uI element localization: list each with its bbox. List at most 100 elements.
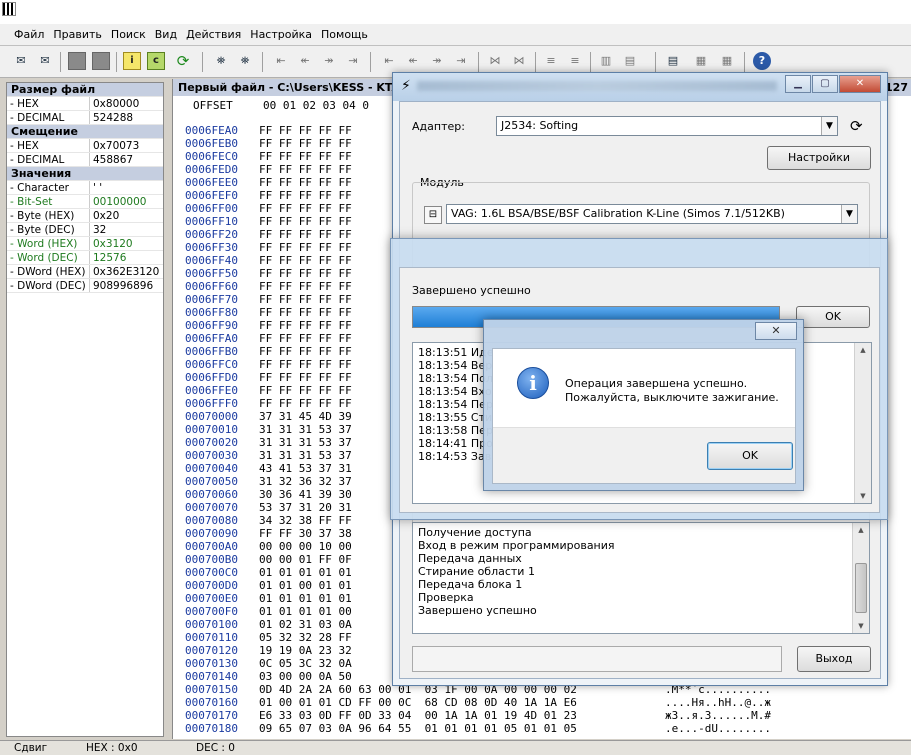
info-i-icon[interactable]: i xyxy=(123,52,141,70)
merge-icon[interactable]: ⋈ xyxy=(510,52,528,70)
open-file-icon[interactable]: ✉ xyxy=(12,52,30,70)
hex-bytes[interactable]: 03 00 00 0A 50 xyxy=(259,670,352,683)
hex-bytes[interactable]: 01 01 01 01 01 xyxy=(259,566,352,579)
module-tree-icon[interactable]: ⊟ xyxy=(424,206,442,224)
hex-row[interactable]: 00070160 01 00 01 01 CD FF 00 0C 68 CD 08… xyxy=(173,696,771,709)
help-icon[interactable]: ? xyxy=(753,52,771,70)
property-row[interactable]: - Character ' ' xyxy=(7,181,163,195)
property-row[interactable]: - DWord (DEC) 908996896 xyxy=(7,279,163,293)
diff-prev-icon[interactable]: ↞ xyxy=(404,52,422,70)
menu-settings[interactable]: Настройка xyxy=(250,28,312,41)
save-icon[interactable] xyxy=(92,52,110,70)
menu-help[interactable]: Помощь xyxy=(321,28,368,41)
hex-bytes[interactable]: FF FF FF FF FF xyxy=(259,267,352,280)
hex-bytes[interactable]: FF FF FF FF FF xyxy=(259,189,352,202)
split-icon[interactable]: ⋈ xyxy=(486,52,504,70)
diff-last-icon[interactable]: ⇥ xyxy=(452,52,470,70)
hex-bytes[interactable]: FF FF FF FF FF xyxy=(259,293,352,306)
hex-bytes[interactable]: 00 00 01 FF 0F xyxy=(259,553,352,566)
hex-bytes[interactable]: FF FF FF FF FF xyxy=(259,397,352,410)
property-row[interactable]: - Byte (HEX) 0x20 xyxy=(7,209,163,223)
property-row[interactable]: - HEX 0x70073 xyxy=(7,139,163,153)
hex-bytes[interactable]: FF FF FF FF FF xyxy=(259,163,352,176)
hex-bytes[interactable]: FF FF FF FF FF xyxy=(259,371,352,384)
hex-bytes[interactable]: 19 19 0A 23 32 xyxy=(259,644,352,657)
scroll-up-icon[interactable]: ▲ xyxy=(855,343,871,357)
hex-bytes[interactable]: 37 31 45 4D 39 xyxy=(259,410,352,423)
hex-row[interactable]: 00070180 09 65 07 03 0A 96 64 55 01 01 01… xyxy=(173,722,771,735)
nav-prev-icon[interactable]: ↞ xyxy=(296,52,314,70)
hex-bytes[interactable]: FF FF FF FF FF xyxy=(259,280,352,293)
columns-icon[interactable]: ▥ xyxy=(597,52,615,70)
adapter-select[interactable]: J2534: Softing ▼ xyxy=(496,116,838,136)
hex-bytes[interactable]: FF FF FF FF FF xyxy=(259,202,352,215)
diff-next-icon[interactable]: ↠ xyxy=(428,52,446,70)
refresh-adapter-icon[interactable]: ⟳ xyxy=(850,117,863,135)
nav-first-icon[interactable]: ⇤ xyxy=(272,52,290,70)
hex-ascii[interactable]: .е...-dU........ xyxy=(665,722,771,735)
hex-bytes[interactable]: 31 32 36 32 37 xyxy=(259,475,352,488)
hex-bytes[interactable]: FF FF FF FF FF xyxy=(259,150,352,163)
hex-bytes[interactable]: FF FF FF FF FF xyxy=(259,345,352,358)
property-row[interactable]: - DECIMAL 524288 xyxy=(7,111,163,125)
hex-bytes[interactable]: 05 32 32 28 FF xyxy=(259,631,352,644)
document-icon[interactable]: ▤ xyxy=(664,52,682,70)
hex-bytes[interactable]: FF FF FF FF FF xyxy=(259,137,352,150)
hex-bytes[interactable]: FF FF FF FF FF xyxy=(259,332,352,345)
hex-bytes[interactable]: 01 01 01 01 00 xyxy=(259,605,352,618)
message-close-button[interactable]: ✕ xyxy=(755,322,797,340)
hex-bytes[interactable]: 01 01 00 01 01 xyxy=(259,579,352,592)
menu-search[interactable]: Поиск xyxy=(111,28,146,41)
settings-button[interactable]: Настройки xyxy=(767,146,871,170)
property-row[interactable]: - HEX 0x80000 xyxy=(7,97,163,111)
scroll-down-icon[interactable]: ▼ xyxy=(855,489,871,503)
kess-log-scrollbar[interactable]: ▲ ▼ xyxy=(852,523,869,633)
hex-bytes[interactable]: 00 00 00 10 00 xyxy=(259,540,352,553)
nav-next-icon[interactable]: ↠ xyxy=(320,52,338,70)
hex-bytes[interactable]: FF FF FF FF FF xyxy=(259,124,352,137)
hex-bytes[interactable]: FF FF FF FF FF xyxy=(259,358,352,371)
menu-view[interactable]: Вид xyxy=(155,28,177,41)
hex-ascii[interactable]: ....Ня..hН..@..ж xyxy=(665,696,771,709)
progress-ok-button[interactable]: OK xyxy=(796,306,870,328)
binoculars-icon[interactable]: ⛯ xyxy=(212,52,230,70)
hex-bytes[interactable]: 31 31 31 53 37 xyxy=(259,423,352,436)
maximize-button[interactable]: ▢ xyxy=(812,75,838,93)
hex-row[interactable]: 00070170 E6 33 03 0D FF 0D 33 04 00 1A 1A… xyxy=(173,709,771,722)
hex-bytes[interactable]: FF FF FF FF FF xyxy=(259,306,352,319)
menu-file[interactable]: Файл xyxy=(14,28,44,41)
hex-ascii[interactable]: ж3..я.3......M.# xyxy=(665,709,771,722)
scroll-down-icon[interactable]: ▼ xyxy=(853,619,869,633)
find-next-icon[interactable]: ⛯ xyxy=(236,52,254,70)
message-ok-button[interactable]: OK xyxy=(707,442,793,470)
export-icon[interactable]: ▦ xyxy=(692,52,710,70)
module-select[interactable]: VAG: 1.6L BSA/BSE/BSF Calibration K-Line… xyxy=(446,204,858,224)
property-row[interactable]: - Byte (DEC) 32 xyxy=(7,223,163,237)
scroll-up-icon[interactable]: ▲ xyxy=(853,523,869,537)
hex-bytes[interactable]: 30 36 41 39 30 xyxy=(259,488,352,501)
hex-bytes[interactable]: FF FF FF FF FF xyxy=(259,241,352,254)
hex-bytes[interactable]: 43 41 53 37 31 xyxy=(259,462,352,475)
diff-first-icon[interactable]: ⇤ xyxy=(380,52,398,70)
progress-log-scrollbar[interactable]: ▲ ▼ xyxy=(854,343,871,503)
scroll-thumb[interactable] xyxy=(855,563,867,613)
align-left-icon[interactable]: ≡ xyxy=(542,52,560,70)
refresh-icon[interactable]: ⟳ xyxy=(174,52,192,70)
hex-bytes[interactable]: 09 65 07 03 0A 96 64 55 01 01 01 01 05 0… xyxy=(259,722,577,735)
open-second-file-icon[interactable]: ✉ xyxy=(36,52,54,70)
hex-bytes[interactable]: FF FF FF FF FF xyxy=(259,254,352,267)
hex-bytes[interactable]: FF FF FF FF FF xyxy=(259,319,352,332)
property-row[interactable]: - DWord (HEX) 0x362E3120 xyxy=(7,265,163,279)
hex-bytes[interactable]: 01 01 01 01 01 xyxy=(259,592,352,605)
checksum-c-icon[interactable]: c xyxy=(147,52,165,70)
nav-last-icon[interactable]: ⇥ xyxy=(344,52,362,70)
hex-bytes[interactable]: 01 00 01 01 CD FF 00 0C 68 CD 08 0D 40 1… xyxy=(259,696,577,709)
close-button[interactable]: ✕ xyxy=(839,75,881,93)
property-row[interactable]: - Bit-Set 00100000 xyxy=(7,195,163,209)
hex-bytes[interactable]: 31 31 31 53 37 xyxy=(259,449,352,462)
hex-bytes[interactable]: FF FF FF FF FF xyxy=(259,215,352,228)
rows-icon[interactable]: ▤ xyxy=(621,52,639,70)
hex-bytes[interactable]: FF FF 30 37 38 xyxy=(259,527,352,540)
menu-actions[interactable]: Действия xyxy=(186,28,241,41)
hex-bytes[interactable]: 34 32 38 FF FF xyxy=(259,514,352,527)
